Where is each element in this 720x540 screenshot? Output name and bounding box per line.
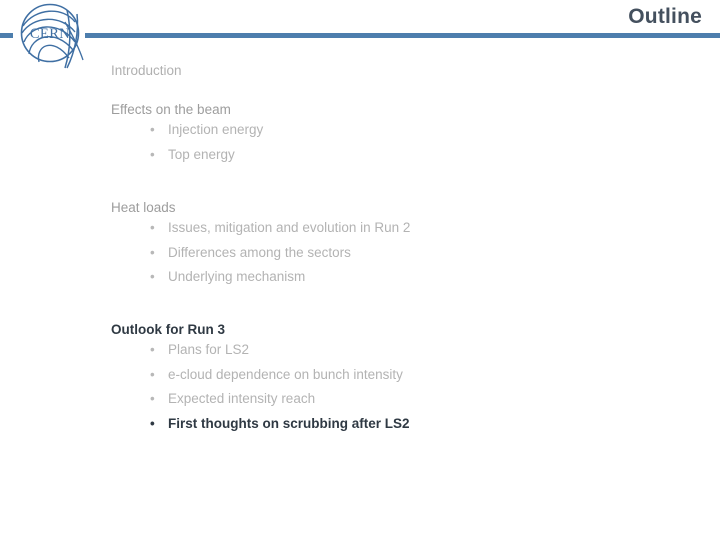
section-heading: Effects on the beam xyxy=(111,102,231,117)
list-item: • Differences among the sectors xyxy=(111,241,410,266)
section-heading: Introduction xyxy=(111,63,182,78)
section-outlook-for-run-3: Outlook for Run 3 • Plans for LS2 • e-cl… xyxy=(111,321,410,436)
slide-header: CERN Outline xyxy=(0,0,720,70)
list-item-label: First thoughts on scrubbing after LS2 xyxy=(168,415,410,431)
list-item: • e-cloud dependence on bunch intensity xyxy=(111,363,410,388)
bullet-icon: • xyxy=(150,122,155,137)
page-title: Outline xyxy=(628,5,702,28)
bullet-icon: • xyxy=(150,415,155,431)
section-heading: Outlook for Run 3 xyxy=(111,322,225,337)
list-item-label: e-cloud dependence on bunch intensity xyxy=(168,366,403,382)
list-item-label: Expected intensity reach xyxy=(168,391,316,407)
bullet-icon: • xyxy=(150,391,155,407)
list-item: • Plans for LS2 xyxy=(111,338,410,363)
bullet-icon: • xyxy=(150,220,155,235)
list-item-label: Differences among the sectors xyxy=(168,244,351,260)
list-item: • Top energy xyxy=(111,143,263,168)
list-item-label: Injection energy xyxy=(168,122,264,137)
cern-logo-icon: CERN xyxy=(9,2,97,69)
slide: CERN Outline Introduction Effects on the… xyxy=(0,0,720,540)
bullet-icon: • xyxy=(150,366,155,382)
section-heading: Heat loads xyxy=(111,200,176,215)
bullet-icon: • xyxy=(150,269,155,285)
bullet-icon: • xyxy=(150,146,155,162)
section-heat-loads: Heat loads • Issues, mitigation and evol… xyxy=(111,199,410,290)
list-item-label: Top energy xyxy=(168,146,235,162)
list-item: • Issues, mitigation and evolution in Ru… xyxy=(111,216,410,241)
bullet-icon: • xyxy=(150,244,155,260)
bullet-list: • Issues, mitigation and evolution in Ru… xyxy=(111,216,410,290)
list-item: • Expected intensity reach xyxy=(111,387,410,412)
svg-text:CERN: CERN xyxy=(30,26,70,42)
bullet-list: • Injection energy • Top energy xyxy=(111,118,263,167)
list-item: • Injection energy xyxy=(111,118,263,143)
list-item: • First thoughts on scrubbing after LS2 xyxy=(111,412,410,437)
list-item: • Underlying mechanism xyxy=(111,265,410,290)
list-item-label: Issues, mitigation and evolution in Run … xyxy=(168,220,411,235)
header-rule-left-stub xyxy=(0,33,13,38)
section-introduction: Introduction xyxy=(111,62,182,79)
list-item-label: Underlying mechanism xyxy=(168,269,306,285)
section-effects-on-the-beam: Effects on the beam • Injection energy •… xyxy=(111,101,263,167)
bullet-list: • Plans for LS2 • e-cloud dependence on … xyxy=(111,338,410,436)
header-rule xyxy=(85,33,720,38)
bullet-icon: • xyxy=(150,342,155,357)
list-item-label: Plans for LS2 xyxy=(168,342,250,357)
